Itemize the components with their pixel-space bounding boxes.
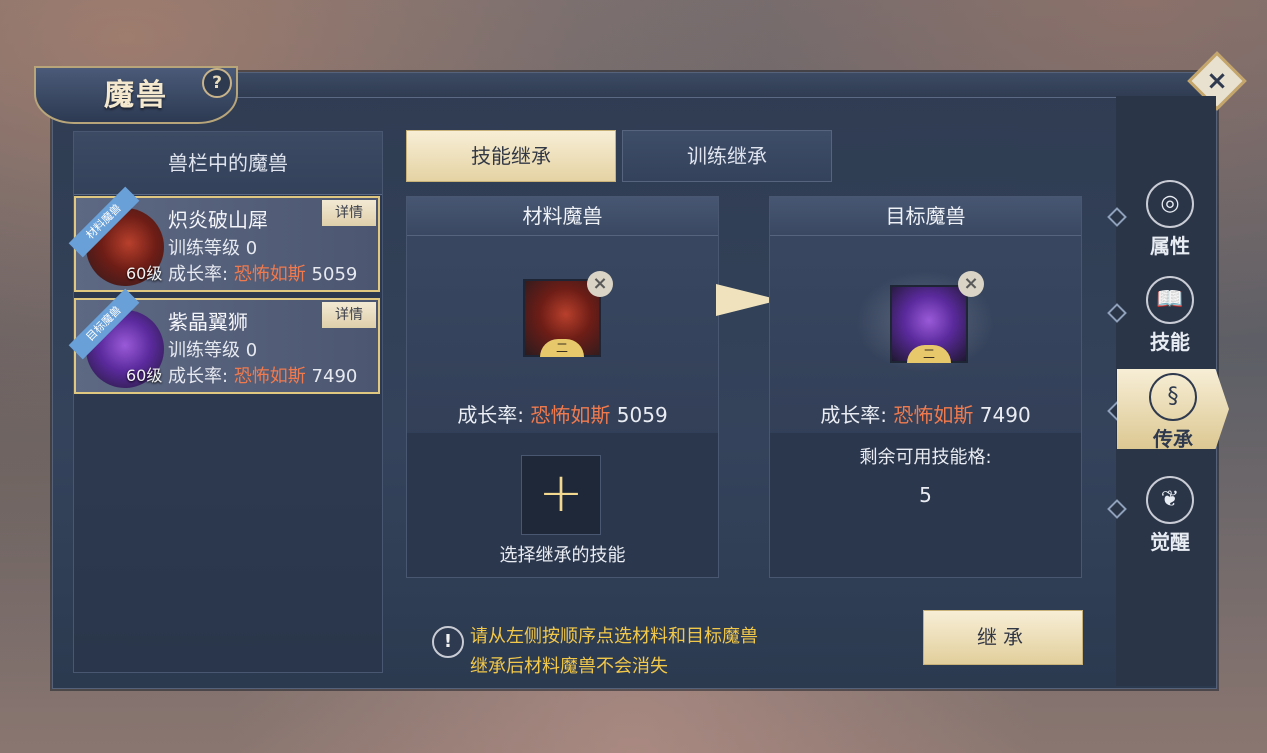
beast-name: 炽炎破山犀	[168, 208, 268, 232]
target-growth: 成长率: 恐怖如斯 7490	[770, 399, 1081, 428]
beast-name: 紫晶翼狮	[168, 310, 248, 334]
material-growth: 成长率: 恐怖如斯 5059	[407, 399, 718, 428]
growth-value: 5059	[311, 264, 358, 285]
beast-train-level: 训练等级 0	[168, 340, 258, 361]
beast-growth: 成长率: 恐怖如斯 7490	[168, 362, 357, 388]
growth-label: 成长率:	[457, 403, 525, 427]
beast-level: 60级	[126, 264, 163, 283]
growth-label: 成长率:	[168, 264, 229, 285]
nav-label: 技能	[1150, 330, 1190, 354]
hint-line-1: 请从左侧按顺序点选材料和目标魔兽	[470, 626, 758, 647]
nav-label: 属性	[1150, 234, 1190, 258]
select-skill-label: 选择继承的技能	[499, 545, 626, 566]
detail-button[interactable]: 详情	[322, 302, 376, 328]
nav-inherit[interactable]: § 传承	[1117, 369, 1229, 449]
material-heading: 材料魔兽	[407, 197, 718, 236]
hint-line-2: 继承后材料魔兽不会消失	[470, 656, 668, 677]
target-beast-panel: 目标魔兽 二 × 成长率: 恐怖如斯 7490 剩余可用技能格: 5	[769, 196, 1082, 578]
page-title: 魔兽	[104, 78, 168, 113]
growth-tier: 恐怖如斯	[233, 366, 306, 387]
close-icon: ×	[1206, 66, 1228, 96]
growth-tier: 恐怖如斯	[893, 403, 974, 427]
beast-train-level: 训练等级 0	[168, 238, 258, 259]
tab-training-inherit[interactable]: 训练继承	[622, 130, 832, 182]
awaken-wings-icon: ❦	[1146, 476, 1194, 524]
beast-growth: 成长率: 恐怖如斯 5059	[168, 260, 357, 286]
beast-level: 60级	[126, 366, 163, 385]
skill-book-icon: 📖	[1146, 276, 1194, 324]
nav-awaken[interactable]: ❦ 觉醒	[1120, 476, 1220, 556]
rank-badge: 二	[540, 339, 584, 357]
beast-list-panel: 兽栏中的魔兽 材料魔兽 60级 炽炎破山犀 详情 训练等级 0 成长率: 恐怖如…	[68, 131, 383, 673]
nav-skill[interactable]: 📖 技能	[1120, 276, 1220, 356]
material-beast-panel: 材料魔兽 二 × 成长率: 恐怖如斯 5059 + 选择继承的技能	[406, 196, 719, 578]
growth-tier: 恐怖如斯	[530, 403, 611, 427]
growth-value: 7490	[311, 366, 358, 387]
growth-tier: 恐怖如斯	[233, 264, 306, 285]
growth-value: 7490	[979, 403, 1031, 427]
remove-target-button[interactable]: ×	[958, 271, 984, 297]
rank-badge: 二	[907, 345, 951, 363]
beast-list-heading: 兽栏中的魔兽	[74, 132, 382, 195]
remove-material-button[interactable]: ×	[587, 271, 613, 297]
remaining-slots-label: 剩余可用技能格:	[859, 447, 992, 468]
beast-card-material[interactable]: 材料魔兽 60级 炽炎破山犀 详情 训练等级 0 成长率: 恐怖如斯 5059	[68, 186, 380, 292]
attribute-icon: ◎	[1146, 180, 1194, 228]
detail-button[interactable]: 详情	[322, 200, 376, 226]
growth-label: 成长率:	[168, 366, 229, 387]
nav-label: 觉醒	[1150, 530, 1190, 554]
inherit-dragon-icon: §	[1149, 373, 1197, 421]
help-button[interactable]: ?	[202, 68, 232, 98]
beast-card-target[interactable]: 目标魔兽 60级 紫晶翼狮 详情 训练等级 0 成长率: 恐怖如斯 7490	[68, 288, 380, 394]
growth-label: 成长率:	[820, 403, 888, 427]
growth-value: 5059	[616, 403, 668, 427]
inherit-button[interactable]: 继承	[923, 610, 1083, 665]
nav-attribute[interactable]: ◎ 属性	[1120, 180, 1220, 260]
nav-label: 传承	[1153, 427, 1193, 451]
warning-icon: !	[432, 626, 464, 658]
select-skill-button[interactable]: +	[521, 455, 601, 535]
target-beast-slot[interactable]: 二	[890, 285, 968, 363]
target-heading: 目标魔兽	[770, 197, 1081, 236]
tab-skill-inherit[interactable]: 技能继承	[406, 130, 616, 182]
remaining-slots-value: 5	[919, 483, 932, 507]
